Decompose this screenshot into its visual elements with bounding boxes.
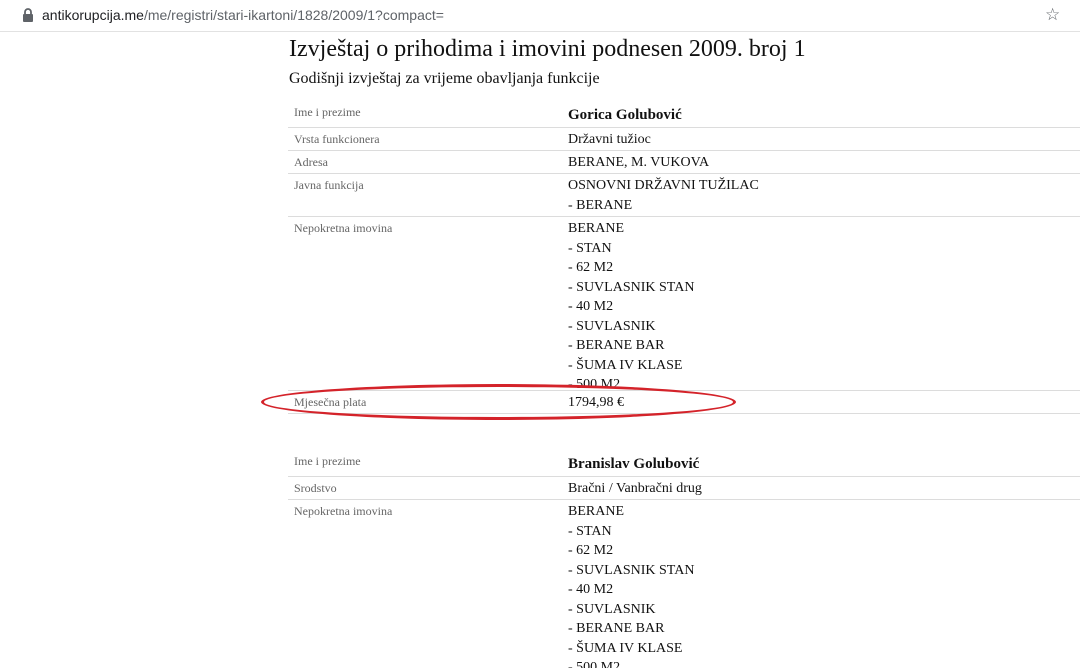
property-line: - BERANE BAR — [568, 338, 665, 353]
official-function: OSNOVNI DRŽAVNI TUŽILAC - BERANE — [568, 174, 1080, 215]
property-line: - 62 M2 — [568, 260, 614, 275]
relative-table: Ime i prezime Branislav Golubović Srodst… — [288, 450, 1080, 668]
property-line: - SUVLASNIK STAN — [568, 562, 695, 578]
function-line: OSNOVNI DRŽAVNI TUŽILAC — [568, 178, 759, 193]
relative-property: BERANE - STAN - 62 M2 - SUVLASNIK STAN -… — [568, 500, 1080, 668]
official-property: BERANE - STAN - 62 M2 - SUVLASNIK STAN -… — [568, 217, 1080, 390]
address-bar[interactable]: antikorupcija.me/me/registri/stari-ikart… — [0, 0, 1080, 32]
official-property-row: Nepokretna imovina BERANE - STAN - 62 M2… — [288, 216, 1080, 390]
salary-highlight-circle — [261, 384, 736, 420]
address-label: Adresa — [294, 155, 328, 169]
property-line: - BERANE BAR — [568, 621, 665, 636]
property-line: - ŠUMA IV KLASE — [568, 357, 683, 373]
property-line: - SUVLASNIK STAN — [568, 279, 695, 295]
official-function-row: Javna funkcija OSNOVNI DRŽAVNI TUŽILAC -… — [288, 173, 1080, 216]
name-label: Ime i prezime — [294, 105, 361, 119]
official-type-row: Vrsta funkcionera Državni tužioc — [288, 127, 1080, 150]
official-type: Državni tužioc — [568, 132, 651, 147]
property-line: - 62 M2 — [568, 543, 614, 558]
relative-name-row: Ime i prezime Branislav Golubović — [288, 450, 1080, 476]
property-label: Nepokretna imovina — [294, 504, 393, 518]
type-label: Vrsta funkcionera — [294, 132, 380, 146]
property-line: - STAN — [568, 523, 612, 539]
relative-relation: Bračni / Vanbračni drug — [568, 481, 702, 496]
property-label: Nepokretna imovina — [294, 221, 393, 235]
page-subtitle: Godišnji izvještaj za vrijeme obavljanja… — [289, 70, 600, 87]
official-name-row: Ime i prezime Gorica Golubović — [288, 101, 1080, 127]
page-title: Izvještaj o prihodima i imovini podnesen… — [289, 36, 806, 62]
property-line: - 500 M2 — [568, 660, 621, 668]
relative-relation-row: Srodstvo Bračni / Vanbračni drug — [288, 476, 1080, 499]
official-table: Ime i prezime Gorica Golubović Vrsta fun… — [288, 101, 1080, 414]
url-text[interactable]: antikorupcija.me/me/registri/stari-ikart… — [42, 7, 444, 23]
relation-label: Srodstvo — [294, 481, 337, 495]
property-line: - 40 M2 — [568, 582, 614, 597]
report-content: Izvještaj o prihodima i imovini podnesen… — [288, 31, 1080, 668]
property-line: - SUVLASNIK — [568, 601, 656, 617]
property-line: - ŠUMA IV KLASE — [568, 640, 683, 656]
property-line: - STAN — [568, 240, 612, 256]
official-address-row: Adresa BERANE, M. VUKOVA — [288, 150, 1080, 173]
lock-icon — [23, 8, 33, 22]
official-name: Gorica Golubović — [568, 107, 682, 123]
relative-name: Branislav Golubović — [568, 456, 700, 472]
official-address: BERANE, M. VUKOVA — [568, 155, 710, 170]
relative-property-row: Nepokretna imovina BERANE - STAN - 62 M2… — [288, 499, 1080, 668]
property-line: - 40 M2 — [568, 299, 614, 314]
property-line: - SUVLASNIK — [568, 318, 656, 334]
property-line: BERANE — [568, 504, 624, 519]
function-line: - BERANE — [568, 197, 633, 213]
bookmark-star-icon[interactable]: ☆ — [1045, 5, 1060, 25]
function-label: Javna funkcija — [294, 178, 364, 192]
name-label: Ime i prezime — [294, 454, 361, 468]
property-line: BERANE — [568, 221, 624, 236]
